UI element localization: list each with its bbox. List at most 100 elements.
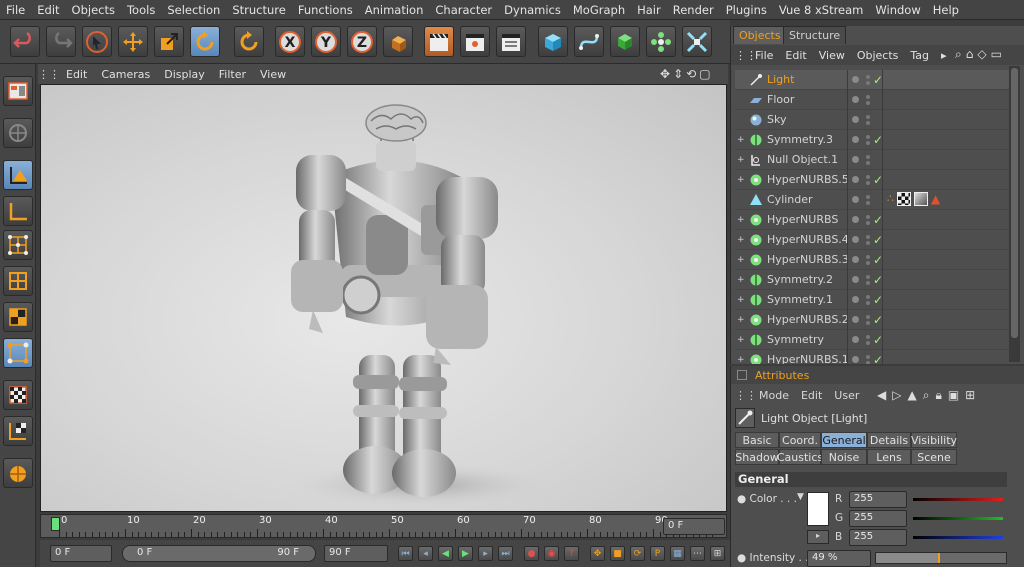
edges-mode-button[interactable] — [3, 266, 33, 296]
tab-details[interactable]: Details — [867, 432, 911, 448]
render-visibility-dot[interactable] — [866, 200, 870, 205]
object-row-symmetry-3[interactable]: + Symmetry.3 ✓ — [735, 129, 1013, 150]
editor-visibility-dot[interactable] — [866, 134, 870, 139]
tab-caustics[interactable]: Caustics — [777, 449, 823, 465]
editor-visibility-dot[interactable] — [866, 334, 870, 339]
scroll-thumb[interactable] — [1011, 68, 1018, 338]
timeline-view-button[interactable]: ⊞ — [710, 546, 725, 561]
render-visibility-dot[interactable] — [866, 80, 870, 85]
objects-menu-more-icon[interactable]: ▸ — [935, 49, 953, 62]
tab-visibility[interactable]: Visibility — [911, 432, 957, 448]
frame-range-slider[interactable]: 0 F 90 F — [122, 545, 316, 562]
maximize-view-icon[interactable]: ▢ — [699, 67, 710, 81]
layer-dot[interactable] — [852, 236, 859, 243]
object-row-floor[interactable]: Floor — [735, 89, 1013, 110]
objects-menu-edit[interactable]: Edit — [779, 49, 812, 62]
pan-icon[interactable]: ✥ — [660, 67, 670, 81]
render-visibility-dot[interactable] — [866, 180, 870, 185]
enabled-check-icon[interactable]: ✓ — [873, 253, 883, 267]
layer-dot[interactable] — [852, 296, 859, 303]
search-attr-icon[interactable]: ⌕ — [923, 388, 930, 403]
render-visibility-dot[interactable] — [866, 160, 870, 165]
viewport-menu-cameras[interactable]: Cameras — [95, 68, 158, 81]
model-mode-button[interactable] — [3, 160, 33, 190]
menu-mograph[interactable]: MoGraph — [567, 3, 631, 17]
editor-visibility-dot[interactable] — [866, 214, 870, 219]
enabled-check-icon[interactable]: ✓ — [873, 233, 883, 247]
layer-dot[interactable] — [852, 256, 859, 263]
attributes-menu-edit[interactable]: Edit — [795, 389, 828, 402]
menu-hair[interactable]: Hair — [631, 3, 667, 17]
texture-mode-button[interactable] — [3, 380, 33, 410]
viewport-menu-edit[interactable]: Edit — [60, 68, 95, 81]
layer-dot[interactable] — [852, 156, 859, 163]
select-tool-button[interactable] — [82, 26, 112, 57]
render-visibility-dot[interactable] — [866, 320, 870, 325]
render-visibility-dot[interactable] — [866, 140, 870, 145]
object-row-null-object-1[interactable]: + Null Object.1 — [735, 149, 1013, 170]
color-dropdown-icon[interactable]: ▼ — [797, 492, 804, 502]
viewport-menu-display[interactable]: Display — [158, 68, 213, 81]
render-settings-button[interactable] — [496, 26, 526, 57]
render-visibility-dot[interactable] — [866, 260, 870, 265]
menu-file[interactable]: File — [0, 3, 31, 17]
play-backward-button[interactable]: ◀ — [438, 546, 453, 561]
expand-toggle[interactable]: + — [737, 355, 747, 365]
layout-button[interactable] — [3, 76, 33, 106]
menu-render[interactable]: Render — [667, 3, 720, 17]
r-slider[interactable] — [913, 498, 1003, 501]
render-visibility-dot[interactable] — [866, 360, 870, 364]
nurbs-button[interactable] — [610, 26, 640, 57]
menu-dynamics[interactable]: Dynamics — [498, 3, 567, 17]
home-icon[interactable]: ⌂ — [966, 47, 974, 63]
object-row-hypernurbs-4[interactable]: + HyperNURBS.4 ✓ — [735, 229, 1013, 250]
attributes-menu-user[interactable]: User — [828, 389, 865, 402]
expand-toggle[interactable]: + — [737, 175, 747, 185]
enabled-check-icon[interactable]: ✓ — [873, 353, 883, 365]
polygons-mode-button[interactable] — [3, 302, 33, 332]
tab-scene[interactable]: Scene — [911, 449, 957, 465]
visibility-toggles[interactable] — [847, 189, 883, 210]
layer-dot[interactable] — [852, 116, 859, 123]
render-visibility-dot[interactable] — [866, 220, 870, 225]
color-mode-button[interactable]: ▸ — [807, 530, 829, 544]
undo-button[interactable] — [10, 26, 40, 57]
visibility-toggles[interactable]: ✓ — [847, 289, 883, 310]
objects-menu-view[interactable]: View — [813, 49, 851, 62]
layer-dot[interactable] — [852, 316, 859, 323]
render-visibility-dot[interactable] — [866, 340, 870, 345]
b-value-field[interactable]: 255 — [849, 529, 907, 546]
menu-objects[interactable]: Objects — [66, 3, 121, 17]
rotate-tool-button[interactable] — [190, 26, 220, 57]
rotate-view-icon[interactable]: ⟲ — [686, 67, 696, 81]
visibility-toggles[interactable]: ✓ — [847, 70, 883, 90]
b-slider[interactable] — [913, 536, 1003, 539]
viewport-menu-view[interactable]: View — [254, 68, 294, 81]
up-icon[interactable]: ▲ — [907, 388, 916, 402]
enabled-check-icon[interactable]: ✓ — [873, 333, 883, 347]
menu-help[interactable]: Help — [927, 3, 965, 17]
editor-visibility-dot[interactable] — [866, 294, 870, 299]
object-row-symmetry-2[interactable]: + Symmetry.2 ✓ — [735, 269, 1013, 290]
move-tool-button[interactable] — [118, 26, 148, 57]
menu-functions[interactable]: Functions — [292, 3, 359, 17]
key-pla-button[interactable]: ▦ — [670, 546, 685, 561]
editor-visibility-dot[interactable] — [866, 154, 870, 159]
key-parameter-button[interactable]: P — [650, 546, 665, 561]
attributes-menu-mode[interactable]: Mode — [753, 389, 795, 402]
material-tag-icon[interactable] — [914, 192, 928, 206]
object-row-hypernurbs-5[interactable]: + HyperNURBS.5 ✓ — [735, 169, 1013, 190]
expand-toggle[interactable]: + — [737, 155, 747, 165]
object-row-light[interactable]: Light ✓ — [735, 70, 1013, 90]
deformer-button[interactable] — [682, 26, 712, 57]
spline-button[interactable] — [574, 26, 604, 57]
layer-dot[interactable] — [852, 196, 859, 203]
layer-dot[interactable] — [852, 356, 859, 363]
play-forward-button[interactable]: ▶ — [458, 546, 473, 561]
prev-key-button[interactable]: ◂ — [418, 546, 433, 561]
forward-dim-icon[interactable]: ▷ — [892, 388, 901, 402]
timeline-ruler[interactable]: 0 10 20 30 40 50 60 70 80 90 0 F — [40, 514, 727, 538]
tag-dots-icon[interactable]: ∴ — [887, 192, 894, 206]
start-frame-field[interactable]: 0 F — [50, 545, 112, 562]
diamond-icon[interactable]: ◇ — [977, 47, 986, 63]
